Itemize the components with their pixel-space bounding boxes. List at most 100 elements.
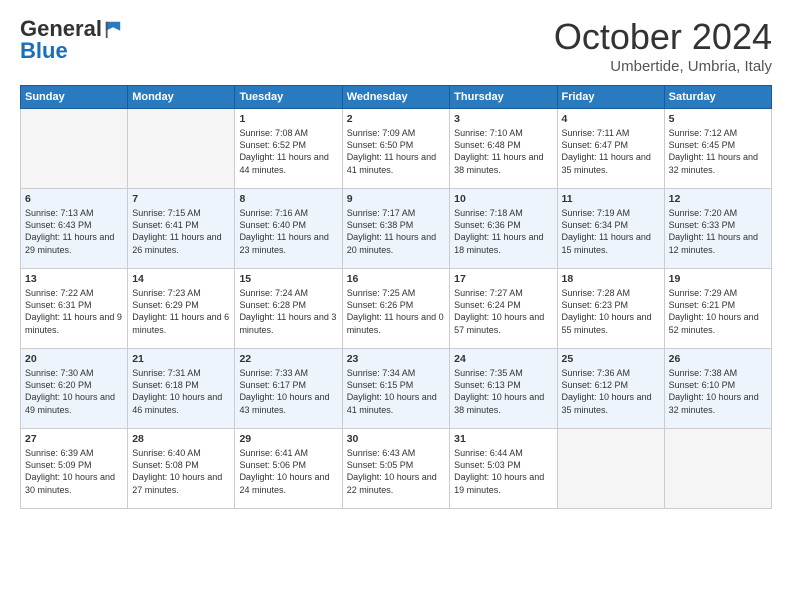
page-header: General Blue October 2024 Umbertide, Umb…: [20, 16, 772, 75]
cell-date-number: 1: [239, 112, 337, 126]
header-friday: Friday: [557, 86, 664, 109]
cell-sunset: Sunset: 6:52 PM: [239, 139, 337, 151]
header-thursday: Thursday: [450, 86, 557, 109]
cell-daylight: Daylight: 11 hours and 23 minutes.: [239, 231, 337, 255]
logo: General Blue: [20, 16, 122, 64]
cell-daylight: Daylight: 10 hours and 41 minutes.: [347, 391, 445, 415]
calendar-week-row: 1Sunrise: 7:08 AMSunset: 6:52 PMDaylight…: [21, 109, 772, 189]
table-row: 26Sunrise: 7:38 AMSunset: 6:10 PMDayligh…: [664, 349, 771, 429]
cell-daylight: Daylight: 11 hours and 32 minutes.: [669, 151, 767, 175]
cell-sunrise: Sunrise: 7:29 AM: [669, 287, 767, 299]
cell-sunrise: Sunrise: 6:44 AM: [454, 447, 552, 459]
cell-sunset: Sunset: 6:18 PM: [132, 379, 230, 391]
cell-daylight: Daylight: 11 hours and 26 minutes.: [132, 231, 230, 255]
table-row: 1Sunrise: 7:08 AMSunset: 6:52 PMDaylight…: [235, 109, 342, 189]
cell-sunrise: Sunrise: 7:30 AM: [25, 367, 123, 379]
cell-sunset: Sunset: 6:33 PM: [669, 219, 767, 231]
table-row: 6Sunrise: 7:13 AMSunset: 6:43 PMDaylight…: [21, 189, 128, 269]
cell-sunrise: Sunrise: 7:31 AM: [132, 367, 230, 379]
cell-daylight: Daylight: 11 hours and 20 minutes.: [347, 231, 445, 255]
cell-daylight: Daylight: 11 hours and 41 minutes.: [347, 151, 445, 175]
table-row: 2Sunrise: 7:09 AMSunset: 6:50 PMDaylight…: [342, 109, 449, 189]
calendar-week-row: 6Sunrise: 7:13 AMSunset: 6:43 PMDaylight…: [21, 189, 772, 269]
cell-date-number: 8: [239, 192, 337, 206]
cell-sunset: Sunset: 6:43 PM: [25, 219, 123, 231]
cell-sunrise: Sunrise: 7:34 AM: [347, 367, 445, 379]
cell-sunrise: Sunrise: 7:35 AM: [454, 367, 552, 379]
table-row: 19Sunrise: 7:29 AMSunset: 6:21 PMDayligh…: [664, 269, 771, 349]
cell-date-number: 23: [347, 352, 445, 366]
table-row: 29Sunrise: 6:41 AMSunset: 5:06 PMDayligh…: [235, 429, 342, 509]
table-row: [21, 109, 128, 189]
calendar-page: General Blue October 2024 Umbertide, Umb…: [0, 0, 792, 612]
cell-date-number: 25: [562, 352, 660, 366]
table-row: 21Sunrise: 7:31 AMSunset: 6:18 PMDayligh…: [128, 349, 235, 429]
cell-sunset: Sunset: 6:29 PM: [132, 299, 230, 311]
cell-date-number: 15: [239, 272, 337, 286]
table-row: 27Sunrise: 6:39 AMSunset: 5:09 PMDayligh…: [21, 429, 128, 509]
cell-sunset: Sunset: 5:03 PM: [454, 459, 552, 471]
cell-sunrise: Sunrise: 6:41 AM: [239, 447, 337, 459]
cell-date-number: 4: [562, 112, 660, 126]
cell-daylight: Daylight: 11 hours and 18 minutes.: [454, 231, 552, 255]
table-row: 30Sunrise: 6:43 AMSunset: 5:05 PMDayligh…: [342, 429, 449, 509]
table-row: 13Sunrise: 7:22 AMSunset: 6:31 PMDayligh…: [21, 269, 128, 349]
table-row: 25Sunrise: 7:36 AMSunset: 6:12 PMDayligh…: [557, 349, 664, 429]
cell-daylight: Daylight: 10 hours and 35 minutes.: [562, 391, 660, 415]
cell-sunset: Sunset: 6:47 PM: [562, 139, 660, 151]
cell-date-number: 3: [454, 112, 552, 126]
cell-sunrise: Sunrise: 6:40 AM: [132, 447, 230, 459]
cell-daylight: Daylight: 11 hours and 3 minutes.: [239, 311, 337, 335]
cell-daylight: Daylight: 11 hours and 12 minutes.: [669, 231, 767, 255]
table-row: 3Sunrise: 7:10 AMSunset: 6:48 PMDaylight…: [450, 109, 557, 189]
cell-daylight: Daylight: 10 hours and 43 minutes.: [239, 391, 337, 415]
cell-sunrise: Sunrise: 7:10 AM: [454, 127, 552, 139]
cell-sunset: Sunset: 5:09 PM: [25, 459, 123, 471]
cell-sunrise: Sunrise: 7:12 AM: [669, 127, 767, 139]
table-row: 18Sunrise: 7:28 AMSunset: 6:23 PMDayligh…: [557, 269, 664, 349]
cell-sunset: Sunset: 5:08 PM: [132, 459, 230, 471]
calendar-table: Sunday Monday Tuesday Wednesday Thursday…: [20, 85, 772, 509]
cell-sunset: Sunset: 6:26 PM: [347, 299, 445, 311]
cell-sunset: Sunset: 6:50 PM: [347, 139, 445, 151]
cell-sunrise: Sunrise: 7:23 AM: [132, 287, 230, 299]
cell-daylight: Daylight: 11 hours and 44 minutes.: [239, 151, 337, 175]
cell-daylight: Daylight: 11 hours and 15 minutes.: [562, 231, 660, 255]
cell-sunset: Sunset: 6:23 PM: [562, 299, 660, 311]
cell-sunrise: Sunrise: 7:28 AM: [562, 287, 660, 299]
cell-date-number: 18: [562, 272, 660, 286]
cell-sunrise: Sunrise: 7:16 AM: [239, 207, 337, 219]
cell-sunrise: Sunrise: 7:18 AM: [454, 207, 552, 219]
cell-sunrise: Sunrise: 7:24 AM: [239, 287, 337, 299]
cell-sunset: Sunset: 6:28 PM: [239, 299, 337, 311]
table-row: [557, 429, 664, 509]
cell-sunrise: Sunrise: 7:17 AM: [347, 207, 445, 219]
location-text: Umbertide, Umbria, Italy: [554, 58, 772, 75]
table-row: 4Sunrise: 7:11 AMSunset: 6:47 PMDaylight…: [557, 109, 664, 189]
table-row: [128, 109, 235, 189]
cell-date-number: 11: [562, 192, 660, 206]
header-saturday: Saturday: [664, 86, 771, 109]
cell-daylight: Daylight: 10 hours and 27 minutes.: [132, 471, 230, 495]
cell-sunset: Sunset: 6:31 PM: [25, 299, 123, 311]
cell-sunrise: Sunrise: 7:33 AM: [239, 367, 337, 379]
table-row: 20Sunrise: 7:30 AMSunset: 6:20 PMDayligh…: [21, 349, 128, 429]
cell-sunset: Sunset: 6:48 PM: [454, 139, 552, 151]
cell-daylight: Daylight: 11 hours and 0 minutes.: [347, 311, 445, 335]
header-monday: Monday: [128, 86, 235, 109]
cell-sunset: Sunset: 6:38 PM: [347, 219, 445, 231]
calendar-week-row: 20Sunrise: 7:30 AMSunset: 6:20 PMDayligh…: [21, 349, 772, 429]
cell-date-number: 26: [669, 352, 767, 366]
table-row: 31Sunrise: 6:44 AMSunset: 5:03 PMDayligh…: [450, 429, 557, 509]
cell-daylight: Daylight: 10 hours and 46 minutes.: [132, 391, 230, 415]
table-row: 28Sunrise: 6:40 AMSunset: 5:08 PMDayligh…: [128, 429, 235, 509]
table-row: 12Sunrise: 7:20 AMSunset: 6:33 PMDayligh…: [664, 189, 771, 269]
table-row: 8Sunrise: 7:16 AMSunset: 6:40 PMDaylight…: [235, 189, 342, 269]
cell-daylight: Daylight: 10 hours and 49 minutes.: [25, 391, 123, 415]
cell-sunset: Sunset: 6:21 PM: [669, 299, 767, 311]
cell-sunrise: Sunrise: 7:15 AM: [132, 207, 230, 219]
cell-date-number: 9: [347, 192, 445, 206]
cell-date-number: 14: [132, 272, 230, 286]
table-row: 11Sunrise: 7:19 AMSunset: 6:34 PMDayligh…: [557, 189, 664, 269]
cell-sunset: Sunset: 6:41 PM: [132, 219, 230, 231]
